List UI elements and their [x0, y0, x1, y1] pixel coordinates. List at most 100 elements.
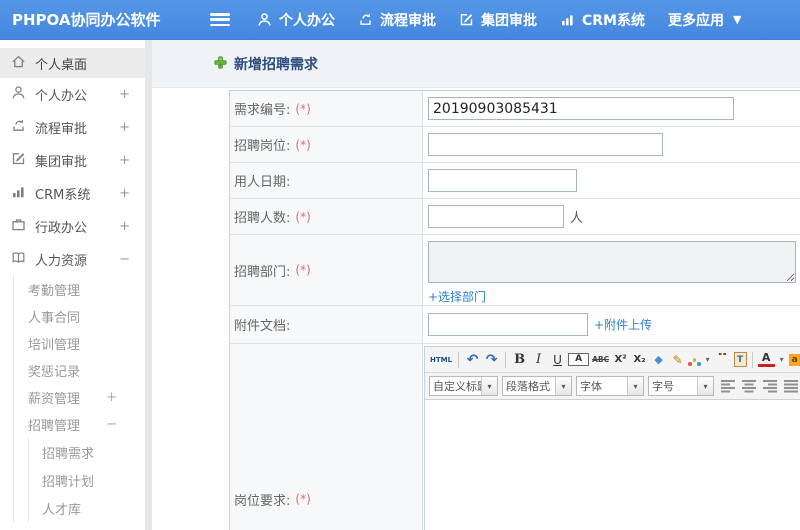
collapse-minus-icon[interactable]: − [119, 252, 130, 267]
align-left-icon[interactable] [720, 379, 736, 393]
html-source-button[interactable]: HTML [429, 349, 453, 371]
form-row-department: 招聘部门: (*) +选择部门 [230, 235, 800, 306]
sidebar-item-salary[interactable]: 薪资管理 + [14, 384, 145, 411]
sidebar-item-desktop[interactable]: 个人桌面 [0, 48, 145, 78]
nav-group-approval[interactable]: 集团审批 [459, 10, 537, 30]
required-mark: (*) [295, 209, 311, 224]
sidebar-item-admin-office[interactable]: 行政办公 + [0, 210, 145, 243]
scrawl-icon[interactable] [688, 354, 701, 366]
field-label: 招聘部门: (*) [230, 235, 423, 305]
paragraph-format-select[interactable]: 段落格式 ▾ [502, 376, 572, 396]
sidebar-item-process-approval[interactable]: 流程审批 + [0, 111, 145, 144]
undo-icon[interactable]: ↶ [464, 349, 481, 371]
sidebar-item-personal-office[interactable]: 个人办公 + [0, 78, 145, 111]
edit-icon [459, 12, 474, 27]
hr-submenu: 考勤管理 人事合同 培训管理 奖惩记录 薪资管理 + 招聘管理 − 招聘需求 招… [13, 276, 145, 522]
bar-chart-icon [560, 12, 575, 27]
user-icon [257, 12, 272, 27]
sidebar-item-hr[interactable]: 人力资源 − [0, 243, 145, 276]
nav-crm-system[interactable]: CRM系统 [560, 10, 645, 30]
nav-more-apps[interactable]: 更多应用 ▼ [668, 10, 741, 30]
blockquote-icon[interactable]: “ [715, 353, 732, 367]
highlight-color-button[interactable]: a [788, 353, 800, 366]
hire-date-input[interactable] [428, 169, 577, 192]
home-icon [11, 54, 26, 73]
toolbar-separator [458, 351, 460, 368]
expand-plus-icon[interactable]: + [119, 153, 130, 168]
strikethrough-button[interactable]: ABC [591, 349, 610, 371]
bar-chart-icon [11, 184, 26, 203]
sidebar-item-recruit-plan[interactable]: 招聘计划 [29, 466, 145, 494]
align-justify-icon[interactable] [783, 379, 799, 393]
underline-button[interactable]: U [549, 349, 566, 371]
sidebar-item-rewards[interactable]: 奖惩记录 [14, 357, 145, 384]
field-label: 需求编号: (*) [230, 91, 423, 126]
field-label: 招聘岗位: (*) [230, 127, 423, 162]
custom-title-select[interactable]: 自定义标题 ▾ [429, 376, 498, 396]
italic-button[interactable]: I [530, 349, 547, 371]
chevron-down-icon[interactable]: ▾ [703, 349, 713, 371]
expand-plus-icon[interactable]: + [119, 87, 130, 102]
book-icon [11, 250, 26, 269]
align-center-icon[interactable] [741, 379, 757, 393]
select-department-link[interactable]: +选择部门 [428, 288, 486, 305]
editor-toolbar-row1: HTML ↶ ↷ B I U A ABC X² X₂ ◆ ✎ ▾ “ T A ▾… [425, 347, 800, 373]
form-row-headcount: 招聘人数: (*) 人 [230, 199, 800, 235]
font-size-select[interactable]: 字号 ▾ [648, 376, 714, 396]
menu-toggle-icon[interactable] [210, 13, 230, 26]
sidebar-item-crm[interactable]: CRM系统 + [0, 177, 145, 210]
font-color-button[interactable]: A [757, 352, 775, 367]
paste-text-icon[interactable]: T [733, 352, 747, 367]
sidebar-item-hr-contract[interactable]: 人事合同 [14, 303, 145, 330]
field-label: 附件文档: [230, 306, 423, 343]
sidebar-item-recruit-demand[interactable]: 招聘需求 [29, 438, 145, 466]
form-row-requirements: 岗位要求: (*) HTML ↶ ↷ B I U A ABC X² X₂ ◆ ✎… [230, 344, 800, 530]
recruitment-form: 需求编号:(*) 招聘岗位:(*) 用人日期: [229, 90, 800, 530]
bold-button[interactable]: B [511, 349, 528, 371]
attachment-input[interactable] [428, 313, 588, 336]
expand-plus-icon[interactable]: + [106, 390, 117, 405]
collapse-minus-icon[interactable]: − [106, 417, 117, 432]
sidebar-item-training[interactable]: 培训管理 [14, 330, 145, 357]
approval-icon [358, 12, 373, 27]
editor-content-area[interactable] [425, 400, 800, 530]
required-mark: (*) [295, 137, 311, 152]
toolbar-separator [505, 351, 507, 368]
toolbar-separator [751, 351, 753, 368]
sidebar-item-group-approval[interactable]: 集团审批 + [0, 144, 145, 177]
field-label: 用人日期: [230, 163, 423, 198]
sidebar-item-talent-pool[interactable]: 人才库 [29, 494, 145, 522]
superscript-button[interactable]: X² [612, 349, 629, 371]
rich-text-editor: HTML ↶ ↷ B I U A ABC X² X₂ ◆ ✎ ▾ “ T A ▾… [424, 346, 800, 530]
form-row-attachment: 附件文档: +附件上传 [230, 306, 800, 344]
editor-toolbar-row2: 自定义标题 ▾ 段落格式 ▾ 字体 ▾ 字号 ▾ [425, 373, 800, 400]
nav-process-approval[interactable]: 流程审批 [358, 10, 436, 30]
sidebar-item-attendance[interactable]: 考勤管理 [14, 276, 145, 303]
chevron-down-icon: ▾ [555, 377, 571, 395]
format-brush-icon[interactable]: ✎ [669, 349, 686, 371]
form-row-hire-date: 用人日期: [230, 163, 800, 199]
font-family-select[interactable]: 字体 ▾ [576, 376, 644, 396]
char-style-button[interactable]: A [568, 353, 590, 366]
chevron-down-icon[interactable]: ▾ [777, 349, 787, 371]
eraser-icon[interactable]: ◆ [650, 349, 667, 371]
top-nav: 个人办公 流程审批 集团审批 CRM系统 更多应用 ▼ [257, 10, 764, 30]
required-mark: (*) [295, 101, 311, 116]
sidebar-item-recruitment[interactable]: 招聘管理 − [14, 411, 145, 438]
position-input[interactable] [428, 133, 663, 156]
field-label: 岗位要求: (*) [230, 344, 423, 530]
demand-no-input[interactable] [428, 97, 734, 120]
attachment-upload-link[interactable]: +附件上传 [594, 316, 652, 333]
align-right-icon[interactable] [762, 379, 778, 393]
department-textarea[interactable] [428, 241, 796, 283]
expand-plus-icon[interactable]: + [119, 186, 130, 201]
required-mark: (*) [295, 492, 311, 506]
subscript-button[interactable]: X₂ [631, 349, 648, 371]
expand-plus-icon[interactable]: + [119, 219, 130, 234]
expand-plus-icon[interactable]: + [119, 120, 130, 135]
headcount-input[interactable] [428, 205, 564, 228]
nav-personal-office[interactable]: 个人办公 [257, 10, 335, 30]
redo-icon[interactable]: ↷ [483, 349, 500, 371]
user-icon [11, 85, 26, 104]
top-bar: PHPOA协同办公软件 个人办公 流程审批 集团审批 CRM系统 更多应用 ▼ [0, 0, 800, 40]
